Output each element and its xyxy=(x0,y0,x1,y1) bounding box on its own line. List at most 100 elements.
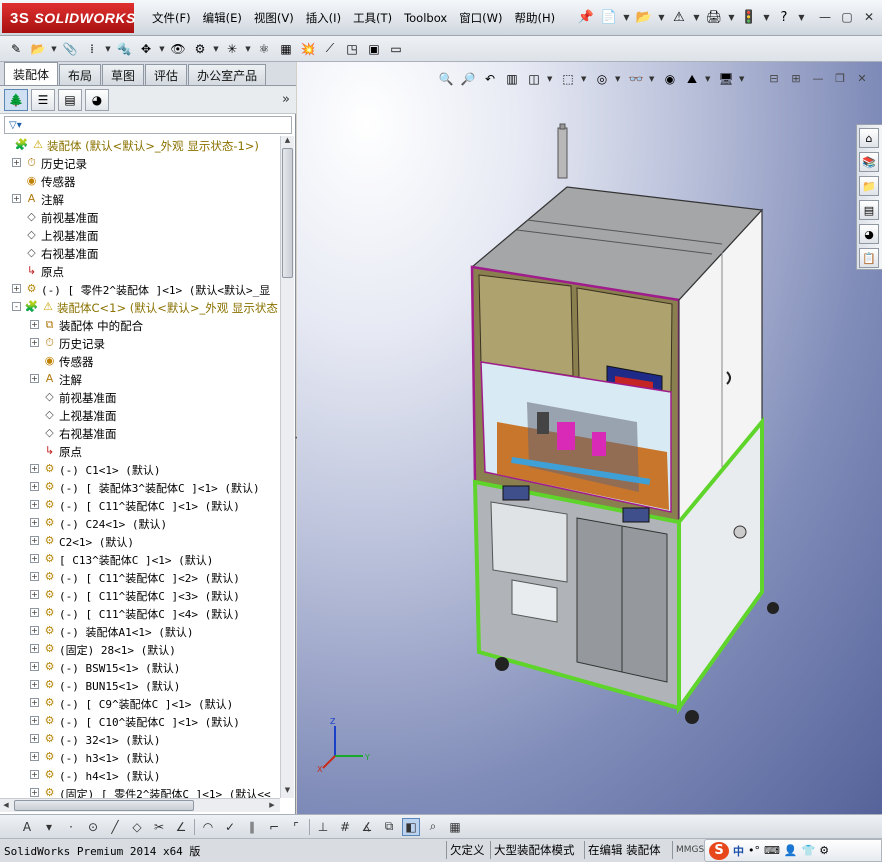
tree-item[interactable]: + ⚙ (-) 32<1> (默认) xyxy=(0,730,280,748)
expand-icon[interactable]: + xyxy=(30,536,39,545)
tree-item[interactable]: + ⚙ C2<1> (默认) xyxy=(0,532,280,550)
section-view-icon[interactable]: ▥ xyxy=(503,70,521,88)
expand-icon[interactable]: + xyxy=(30,752,39,761)
instant3d-icon[interactable]: ◳ xyxy=(342,39,362,59)
view-orientation-icon[interactable]: ⬚ xyxy=(559,70,577,88)
circle-icon[interactable]: ⊙ xyxy=(84,818,102,836)
tree-item[interactable]: + ⚙ (-) [ C11^装配体C ]<1> (默认) xyxy=(0,496,280,514)
tab-3[interactable]: 评估 xyxy=(145,64,188,85)
tree-item[interactable]: ◉ 传感器 xyxy=(0,352,280,370)
minimize-icon[interactable]: — xyxy=(816,8,834,26)
chevron-down-icon[interactable]: ▼ xyxy=(727,7,736,27)
expand-icon[interactable]: + xyxy=(30,716,39,725)
tree-vertical-scrollbar[interactable]: ▲ ▼ xyxy=(280,136,294,798)
tree-item[interactable]: + ⚙ (-) [ 装配体3^装配体C ]<1> (默认) xyxy=(0,478,280,496)
close-icon[interactable]: ✕ xyxy=(854,70,870,86)
tree-item[interactable]: + ⚙ (-) [ C11^装配体C ]<3> (默认) xyxy=(0,586,280,604)
ime-mode[interactable]: 中 xyxy=(733,843,744,859)
angle-dimension-icon[interactable]: ∡ xyxy=(358,818,376,836)
point-icon[interactable]: · xyxy=(62,818,80,836)
machine-assembly-model[interactable] xyxy=(457,122,797,732)
angle-icon[interactable]: ∠ xyxy=(172,818,190,836)
chevron-down-icon[interactable]: ▼ xyxy=(615,75,623,83)
chevron-down-icon[interactable]: ▼ xyxy=(158,45,166,53)
keyboard-icon[interactable]: ⌨ xyxy=(764,844,780,857)
exploded-view-icon[interactable]: 💥 xyxy=(298,39,318,59)
tree-item[interactable]: + ⏱ 历史记录 xyxy=(0,334,280,352)
tree-item[interactable]: + ⚙ (-) [ C11^装配体C ]<2> (默认) xyxy=(0,568,280,586)
expand-icon[interactable]: + xyxy=(30,788,39,797)
menu-item[interactable]: 窗口(W) xyxy=(453,10,508,26)
scroll-thumb[interactable] xyxy=(14,800,194,811)
chevron-down-icon[interactable]: ▼ xyxy=(244,45,252,53)
design-library-icon[interactable]: 📚 xyxy=(859,152,879,172)
grid-icon[interactable]: # xyxy=(336,818,354,836)
move-component-icon[interactable]: ✥ xyxy=(136,39,156,59)
tile-horizontal-icon[interactable]: ⊟ xyxy=(766,70,782,86)
scroll-thumb[interactable] xyxy=(282,148,293,278)
tree-filter[interactable]: ▽▾ xyxy=(4,116,292,134)
chevron-down-icon[interactable]: ▼ xyxy=(797,7,806,27)
scroll-up-icon[interactable]: ▲ xyxy=(281,136,294,148)
table-icon[interactable]: ▦ xyxy=(446,818,464,836)
reference-geometry-icon[interactable]: ✳ xyxy=(222,39,242,59)
menu-item[interactable]: 文件(F) xyxy=(146,10,197,26)
tree-item[interactable]: + ⚙ (-) BUN15<1> (默认) xyxy=(0,676,280,694)
polygon-icon[interactable]: ◇ xyxy=(128,818,146,836)
snapshot-icon[interactable]: ▭ xyxy=(386,39,406,59)
tile-vertical-icon[interactable]: ⊞ xyxy=(788,70,804,86)
chevron-down-icon[interactable]: ▼ xyxy=(50,45,58,53)
tree-item[interactable]: + ⚙ (-) [ C11^装配体C ]<4> (默认) xyxy=(0,604,280,622)
chevron-down-icon[interactable]: ▼ xyxy=(657,7,666,27)
tab-4[interactable]: 办公室产品 xyxy=(188,64,267,85)
explode-line-icon[interactable]: ⟋ xyxy=(320,39,340,59)
tree-item[interactable]: ◇ 右视基准面 xyxy=(0,424,280,442)
expand-icon[interactable]: + xyxy=(12,284,21,293)
chevron-down-icon[interactable]: ▼ xyxy=(212,45,220,53)
print-icon[interactable]: 🖨 xyxy=(704,7,724,27)
expand-icon[interactable]: + xyxy=(30,644,39,653)
sogou-icon[interactable]: S xyxy=(709,841,729,860)
expand-icon[interactable]: + xyxy=(30,698,39,707)
tree-item[interactable]: ◇ 上视基准面 xyxy=(0,406,280,424)
hide-show-items-icon[interactable]: 👓 xyxy=(627,70,645,88)
expand-icon[interactable]: + xyxy=(30,572,39,581)
expand-icon[interactable]: + xyxy=(30,464,39,473)
tree-item[interactable]: ◇ 上视基准面 xyxy=(0,226,280,244)
dynamic-annotation-icon[interactable]: ◫ xyxy=(525,70,543,88)
edit-component-icon[interactable]: ✎ xyxy=(6,39,26,59)
tree-item[interactable]: + ⚙ [ C13^装配体C ]<1> (默认) xyxy=(0,550,280,568)
tab-1[interactable]: 布局 xyxy=(59,64,102,85)
tree-item[interactable]: + ⏱ 历史记录 xyxy=(0,154,280,172)
menu-item[interactable]: Toolbox xyxy=(398,11,453,25)
expand-icon[interactable]: + xyxy=(30,662,39,671)
bill-of-materials-icon[interactable]: ▦ xyxy=(276,39,296,59)
menu-item[interactable]: 工具(T) xyxy=(347,10,398,26)
units-status[interactable]: MMGS xyxy=(672,841,704,859)
chevron-down-icon[interactable]: ▼ xyxy=(622,7,631,27)
tree-item[interactable]: + ⚙ (固定) 28<1> (默认) xyxy=(0,640,280,658)
tree-item[interactable]: ↳ 原点 xyxy=(0,442,280,460)
expand-icon[interactable]: + xyxy=(30,590,39,599)
tree-item[interactable]: + ⚙ (-) BSW15<1> (默认) xyxy=(0,658,280,676)
expand-icon[interactable]: + xyxy=(30,734,39,743)
smart-fasteners-icon[interactable]: 🔩 xyxy=(114,39,134,59)
tree-item[interactable]: ◇ 前视基准面 xyxy=(0,208,280,226)
tree-item[interactable]: + ⚙ (-) [ 零件2^装配体 ]<1> (默认<默认>_显 xyxy=(0,280,280,298)
mate-icon[interactable]: 📎 xyxy=(60,39,80,59)
close-icon[interactable]: ✕ xyxy=(860,8,878,26)
tree-item[interactable]: + A 注解 xyxy=(0,370,280,388)
expand-icon[interactable]: + xyxy=(12,194,21,203)
tree-item[interactable]: + ⚙ (-) h4<1> (默认) xyxy=(0,766,280,784)
expand-more-icon[interactable]: » xyxy=(282,92,290,107)
settings-icon[interactable]: ⚙ xyxy=(819,844,829,857)
collapse-icon[interactable]: - xyxy=(12,302,21,311)
chevron-down-icon[interactable]: ▼ xyxy=(739,75,747,83)
expand-icon[interactable]: + xyxy=(12,158,21,167)
menu-item[interactable]: 帮助(H) xyxy=(509,10,562,26)
tree-item[interactable]: + ⚙ (-) C24<1> (默认) xyxy=(0,514,280,532)
tree-item[interactable]: ◇ 前视基准面 xyxy=(0,388,280,406)
tree-item[interactable]: ↳ 原点 xyxy=(0,262,280,280)
punctuation-icon[interactable]: •° xyxy=(748,844,760,857)
ime-toolbar[interactable]: S 中 •° ⌨ 👤 👕 ⚙ xyxy=(704,839,882,862)
